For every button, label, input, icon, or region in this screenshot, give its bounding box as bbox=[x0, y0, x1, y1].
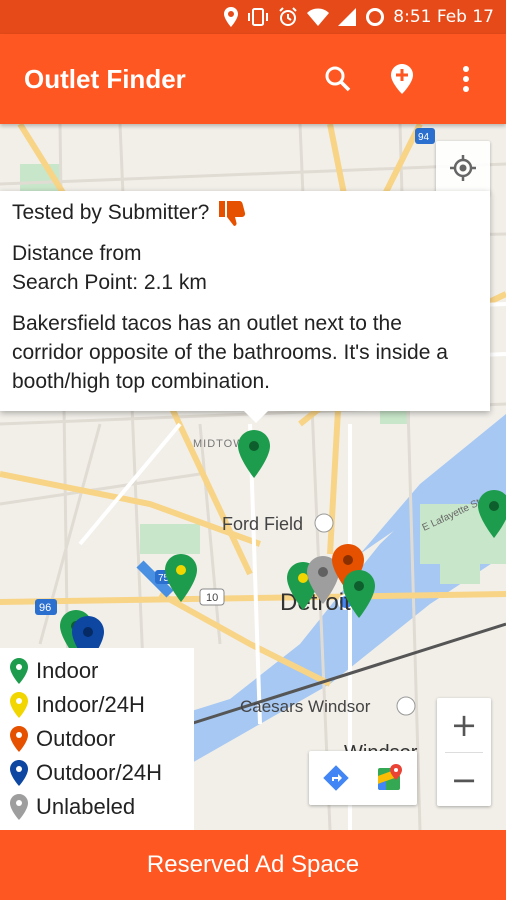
legend-label: Indoor bbox=[36, 658, 99, 683]
map-label-caesars-windsor: Caesars Windsor bbox=[240, 697, 371, 716]
pin-icon bbox=[10, 794, 28, 820]
legend-label: Outdoor/24H bbox=[36, 760, 162, 785]
distance-line-2: Search Point: 2.1 km bbox=[12, 271, 207, 294]
zoom-out-button[interactable]: − bbox=[437, 753, 491, 807]
hwy-94-shield: 94 bbox=[418, 132, 430, 143]
distance-line-1: Distance from bbox=[12, 242, 142, 265]
pin-icon bbox=[10, 760, 28, 786]
map-marker-indoor[interactable] bbox=[238, 430, 270, 478]
add-location-icon bbox=[391, 64, 413, 94]
legend-item-indoor-24h: Indoor/24H bbox=[10, 688, 184, 722]
status-time: 8:51 Feb 17 bbox=[393, 7, 494, 27]
directions-icon bbox=[323, 765, 349, 791]
map-marker-indoor[interactable] bbox=[165, 554, 197, 602]
signal-icon bbox=[338, 8, 357, 26]
map-marker-indoor[interactable] bbox=[343, 570, 375, 618]
directions-button[interactable] bbox=[309, 751, 363, 805]
info-window-tail bbox=[244, 411, 268, 423]
add-location-button[interactable] bbox=[382, 59, 422, 99]
google-maps-icon bbox=[378, 764, 402, 790]
legend-item-indoor: Indoor bbox=[10, 654, 184, 688]
status-bar: 8:51 Feb 17 bbox=[0, 0, 506, 34]
map-marker-indoor[interactable] bbox=[478, 490, 506, 538]
pin-icon bbox=[10, 692, 28, 718]
ad-banner[interactable]: Reserved Ad Space bbox=[0, 830, 506, 900]
zoom-controls: + − bbox=[437, 698, 491, 806]
app-title: Outlet Finder bbox=[24, 63, 186, 94]
search-button[interactable] bbox=[318, 59, 358, 99]
my-location-button[interactable] bbox=[436, 141, 490, 195]
hwy-96-shield: 96 bbox=[39, 602, 51, 614]
tested-by-submitter-label: Tested by Submitter? bbox=[12, 201, 210, 224]
crosshair-icon bbox=[450, 155, 476, 181]
outlet-info-window[interactable]: Tested by Submitter? Distance from Searc… bbox=[0, 191, 490, 423]
legend-item-outdoor-24h: Outdoor/24H bbox=[10, 756, 184, 790]
legend-item-outdoor: Outdoor bbox=[10, 722, 184, 756]
location-icon bbox=[224, 7, 239, 27]
legend-label: Indoor/24H bbox=[36, 692, 145, 717]
outlet-description: Bakersfield tacos has an outlet next to … bbox=[12, 312, 448, 393]
alarm-icon bbox=[279, 7, 297, 26]
legend-label: Outdoor bbox=[36, 726, 116, 751]
pin-icon bbox=[10, 726, 28, 752]
map-toolbar bbox=[309, 751, 417, 805]
ad-banner-label: Reserved Ad Space bbox=[146, 851, 360, 878]
thumbs-down-icon bbox=[219, 201, 246, 226]
pin-icon bbox=[10, 658, 28, 684]
legend-item-unlabeled: Unlabeled bbox=[10, 790, 184, 824]
map-label-ford-field: Ford Field bbox=[222, 514, 304, 534]
more-vert-icon bbox=[463, 66, 469, 92]
overflow-menu-button[interactable] bbox=[446, 59, 486, 99]
app-bar: Outlet Finder bbox=[0, 34, 506, 124]
open-in-maps-button[interactable] bbox=[363, 751, 417, 805]
search-icon bbox=[325, 66, 351, 92]
battery-ring-icon bbox=[366, 8, 385, 26]
marker-legend: Indoor Indoor/24H Outdoor Outdoor/24H Un… bbox=[0, 648, 194, 830]
hwy-10-shield: 10 bbox=[206, 592, 218, 604]
vibrate-icon bbox=[248, 8, 269, 26]
legend-label: Unlabeled bbox=[36, 794, 136, 819]
zoom-in-button[interactable]: + bbox=[437, 698, 491, 752]
wifi-icon bbox=[307, 8, 330, 26]
